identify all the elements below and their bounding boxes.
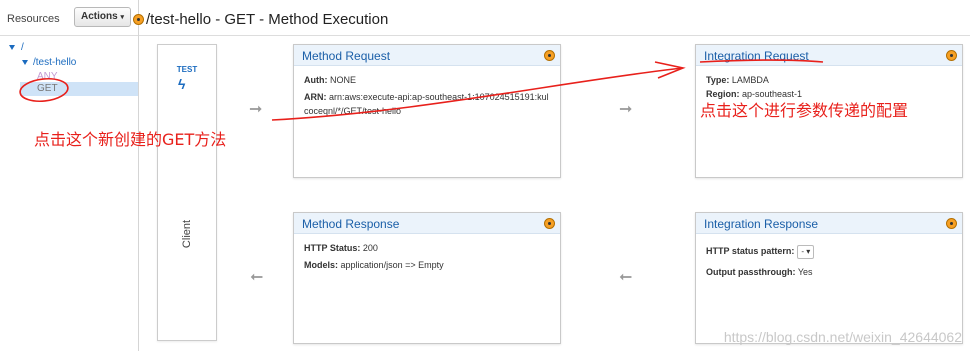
resources-sidebar: Resources Actions ▾ / /test-hello ANY GE… [0, 0, 139, 351]
method-response-title[interactable]: Method Response [302, 217, 399, 231]
tree-method-get[interactable]: GET [37, 83, 58, 94]
arrow-left-icon: ➞ [250, 269, 264, 286]
integration-response-title[interactable]: Integration Response [704, 217, 818, 231]
actions-button-label: Actions [81, 11, 118, 22]
arrow-right-icon: ➞ [619, 101, 633, 118]
panel-body: Auth: NONE ARN: arn:aws:execute-api:ap-s… [294, 66, 560, 125]
annotation-left-text: 点击这个新创建的GET方法 [34, 130, 227, 149]
tree-expand-icon[interactable] [9, 45, 15, 50]
auth-label: Auth: [304, 75, 328, 85]
test-label[interactable]: TEST [158, 65, 216, 74]
panel-body: HTTP Status: 200 Models: application/jso… [294, 234, 560, 279]
tree-item-test-hello[interactable]: /test-hello [33, 57, 76, 68]
method-request-panel[interactable]: Method Request Auth: NONE ARN: arn:aws:e… [293, 44, 561, 178]
tree-item-root[interactable]: / [21, 42, 24, 53]
actions-button[interactable]: Actions ▾ [74, 7, 131, 27]
http-status-value: 200 [362, 243, 378, 253]
arn-label: ARN: [304, 92, 327, 102]
arrowhead-annotation [654, 61, 686, 79]
status-pattern-select[interactable]: - ▾ [797, 245, 815, 259]
method-response-panel[interactable]: Method Response HTTP Status: 200 Models:… [293, 212, 561, 344]
page-title: /test-hello - GET - Method Execution [146, 11, 389, 28]
chevron-down-icon: ▾ [806, 247, 811, 256]
panel-body: HTTP status pattern: - ▾ Output passthrou… [696, 234, 962, 286]
tree-method-get-row[interactable]: GET [20, 82, 138, 96]
passthrough-label: Output passthrough: [706, 267, 796, 277]
page-header: /test-hello - GET - Method Execution [133, 0, 970, 36]
status-dot-icon [544, 218, 555, 229]
tree-expand-icon[interactable] [22, 60, 28, 65]
http-status-label: HTTP Status: [304, 243, 361, 253]
panel-header: Integration Response [696, 213, 962, 234]
models-label: Models: [304, 260, 339, 270]
chevron-down-icon: ▾ [120, 14, 124, 21]
tree-method-any[interactable]: ANY [37, 71, 58, 82]
method-indicator-icon [133, 14, 144, 25]
integration-request-title[interactable]: Integration Request [704, 49, 809, 63]
auth-value: NONE [330, 75, 357, 85]
status-dot-icon [544, 50, 555, 61]
status-pattern-label: HTTP status pattern: [706, 246, 795, 256]
panel-header: Integration Request [696, 45, 962, 66]
arrow-right-icon: ➞ [249, 101, 263, 118]
arrow-left-icon: ➞ [619, 269, 633, 286]
passthrough-value: Yes [797, 267, 813, 277]
arn-value: arn:aws:execute-api:ap-southeast-1:10702… [304, 92, 549, 116]
panel-header: Method Request [294, 45, 560, 66]
integration-response-panel[interactable]: Integration Response HTTP status pattern… [695, 212, 963, 344]
models-value: application/json => Empty [340, 260, 444, 270]
watermark-text: https://blog.csdn.net/weixin_42644062 [723, 329, 962, 345]
client-label: Client [181, 219, 193, 249]
client-box[interactable]: TEST ϟ Client [157, 44, 217, 341]
type-value: LAMBDA [731, 75, 769, 85]
status-pattern-value: - [801, 247, 805, 256]
type-label: Type: [706, 75, 730, 85]
method-request-title[interactable]: Method Request [302, 49, 390, 63]
status-dot-icon [946, 50, 957, 61]
sidebar-title: Resources [7, 13, 60, 25]
panel-header: Method Response [294, 213, 560, 234]
lightning-icon[interactable]: ϟ [178, 76, 185, 92]
sidebar-header: Resources Actions ▾ [0, 0, 138, 36]
status-dot-icon [946, 218, 957, 229]
annotation-right-text: 点击这个进行参数传递的配置 [700, 101, 909, 120]
